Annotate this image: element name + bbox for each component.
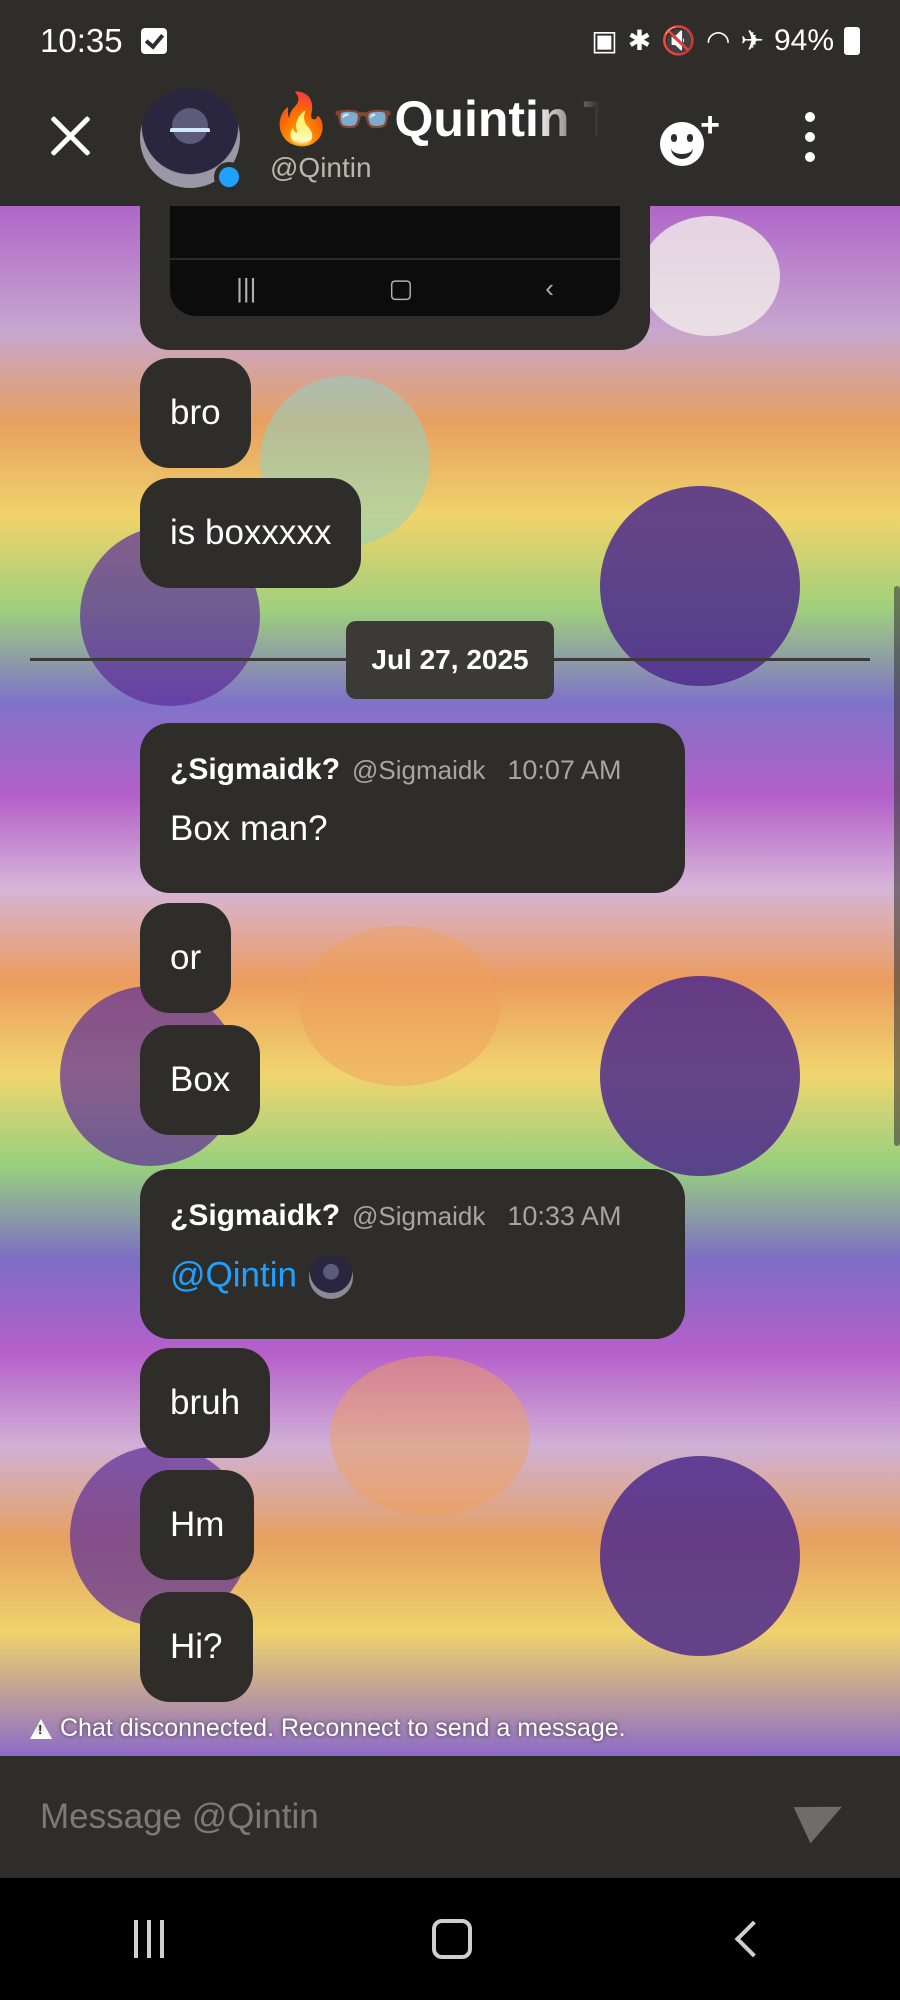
kebab-dot-icon	[805, 112, 815, 122]
message-author[interactable]: ¿Sigmaidk?	[170, 1199, 340, 1233]
message-group-header[interactable]: ¿Sigmaidk? @Sigmaidk 10:07 AM Box man?	[140, 723, 685, 893]
plus-icon: +	[700, 106, 720, 144]
recents-bar-icon	[160, 1920, 164, 1958]
attachment-navbar: ||| ▢ ‹	[170, 258, 620, 316]
chat-header: 🔥👓Quintin T @Qintin +	[0, 82, 900, 206]
message-bubble[interactable]: bruh	[140, 1348, 271, 1458]
message-handle: @Sigmaidk	[352, 755, 486, 785]
message-group-header[interactable]: ¿Sigmaidk? @Sigmaidk 10:33 AM @Qintin	[140, 1169, 685, 1339]
home-icon: ▢	[388, 272, 414, 303]
background-pattern	[330, 1356, 530, 1516]
recents-button[interactable]	[134, 1920, 164, 1958]
warning-icon	[30, 1718, 52, 1739]
message-text: or	[170, 938, 202, 977]
battery-saver-icon: ▣	[591, 25, 618, 56]
message-bubble[interactable]: is boxxxxx	[140, 478, 362, 588]
message-time: 10:07 AM	[507, 755, 622, 785]
notice-text: Chat disconnected. Reconnect to send a m…	[60, 1714, 626, 1742]
status-time: 10:35	[40, 22, 123, 59]
message-text: Box	[170, 1060, 231, 1099]
chat-area[interactable]: ||| ▢ ‹ bro is boxxxxx Jul 27, 2025 ¿Sig…	[0, 206, 900, 1756]
background-pattern	[600, 1456, 800, 1656]
add-friend-button[interactable]: +	[656, 108, 720, 168]
message-time: 10:33 AM	[507, 1201, 622, 1231]
back-icon: ‹	[545, 272, 554, 303]
scrollbar[interactable]	[894, 586, 900, 1146]
checkbox-notification-icon	[140, 28, 167, 54]
message-author[interactable]: ¿Sigmaidk?	[170, 753, 340, 787]
message-handle: @Sigmaidk	[352, 1201, 486, 1231]
message-meta: ¿Sigmaidk? @Sigmaidk 10:07 AM	[170, 753, 655, 787]
message-bubble[interactable]: Hi?	[140, 1592, 253, 1702]
mute-icon: 🔇	[661, 25, 697, 56]
bluetooth-icon: ✱	[627, 25, 652, 56]
status-bar: 10:35 ▣ ✱ 🔇 ◠ ✈ 94%	[0, 0, 900, 82]
chat-handle: @Qintin	[270, 152, 372, 183]
airplane-icon: ✈	[740, 25, 764, 56]
message-content: @Qintin	[170, 1255, 655, 1299]
home-button[interactable]	[432, 1919, 472, 1959]
recents-icon: |||	[236, 272, 257, 303]
chat-title-container[interactable]: 🔥👓Quintin T	[270, 90, 600, 149]
system-navbar	[0, 1878, 900, 2000]
kebab-dot-icon	[805, 152, 815, 162]
chat-title: 🔥👓Quintin T	[270, 91, 600, 147]
more-options-button[interactable]	[800, 112, 820, 166]
message-text: Hm	[170, 1505, 225, 1544]
battery-icon	[844, 27, 860, 55]
message-text: bruh	[170, 1383, 241, 1422]
message-text: Hi?	[170, 1627, 223, 1666]
message-text: bro	[170, 393, 221, 432]
message-bubble[interactable]: Box	[140, 1025, 261, 1135]
wifi-icon: ◠	[706, 25, 731, 56]
connection-notice: Chat disconnected. Reconnect to send a m…	[30, 1714, 626, 1743]
background-pattern	[600, 976, 800, 1176]
message-composer	[0, 1756, 900, 1878]
image-attachment[interactable]: ||| ▢ ‹	[140, 206, 650, 350]
attachment-screenshot: ||| ▢ ‹	[170, 206, 620, 316]
user-mention[interactable]: @Qintin	[170, 1255, 297, 1294]
message-input[interactable]	[40, 1784, 780, 1850]
send-icon[interactable]	[800, 1796, 844, 1836]
background-pattern	[600, 486, 800, 686]
message-text: is boxxxxx	[170, 513, 332, 552]
date-divider: Jul 27, 2025	[346, 621, 554, 699]
recents-bar-icon	[147, 1920, 151, 1958]
battery-percent: 94%	[773, 24, 834, 57]
close-button[interactable]	[46, 112, 94, 160]
message-bubble[interactable]: bro	[140, 358, 251, 468]
message-bubble[interactable]: Hm	[140, 1470, 255, 1580]
smiley-icon	[660, 122, 704, 166]
avatar-glasses-icon	[170, 128, 210, 134]
message-text: Box man?	[170, 809, 328, 848]
message-bubble[interactable]: or	[140, 903, 232, 1013]
background-pattern	[300, 926, 500, 1086]
background-pattern	[640, 216, 780, 336]
message-meta: ¿Sigmaidk? @Sigmaidk 10:33 AM	[170, 1199, 655, 1233]
kebab-dot-icon	[805, 132, 815, 142]
mention-avatar	[308, 1255, 353, 1299]
online-status-icon	[214, 162, 244, 192]
back-button[interactable]	[734, 1920, 772, 1958]
recents-bar-icon	[134, 1920, 138, 1958]
